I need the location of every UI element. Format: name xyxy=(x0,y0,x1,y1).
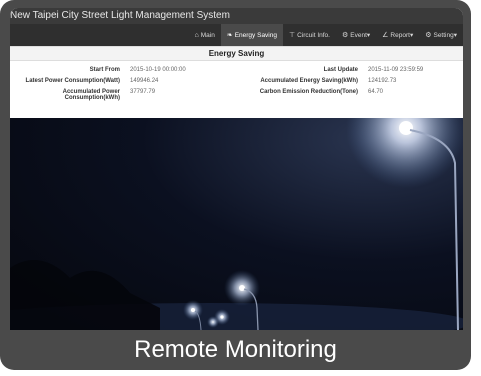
chevron-down-icon: ▾ xyxy=(366,32,371,39)
acc-power-label: Accumulated Power Consumption(kWh) xyxy=(10,89,120,101)
acc-energy-saving-value: 124192.73 xyxy=(368,78,397,84)
cogs-icon: ⚙ xyxy=(341,32,349,39)
chevron-down-icon: ▾ xyxy=(453,32,457,39)
carbon-value: 64.70 xyxy=(368,89,384,95)
street-light-illustration xyxy=(10,118,463,330)
latest-power-value: 149946.24 xyxy=(130,78,159,84)
start-from-value: 2015-10-19 00:00:00 xyxy=(130,67,186,73)
home-icon: ⌂ xyxy=(194,31,199,39)
panel-title: Energy Saving xyxy=(10,46,463,61)
nav-label-event: Event xyxy=(350,31,367,39)
cogs-icon: ⚙ xyxy=(425,32,432,39)
nav-item-setting[interactable]: ⚙ Setting ▾ xyxy=(419,24,463,46)
nav-item-main[interactable]: ⌂ Main xyxy=(189,24,221,46)
navbar: ⌂ Main ❧ Energy Saving ⊤ Circuit Info. ⚙… xyxy=(10,24,463,46)
circuit-icon: ⊤ xyxy=(288,32,296,39)
carbon-label: Carbon Emission Reduction(Tone) xyxy=(259,89,358,95)
nav-item-energy-saving[interactable]: ❧ Energy Saving xyxy=(220,24,283,46)
nav-label-circuit-info: Circuit Info. xyxy=(297,31,330,39)
last-update-value: 2015-11-09 23:59:59 xyxy=(368,67,424,73)
leaf-icon: ❧ xyxy=(226,32,233,39)
acc-power-label-line2: Consumption(kWh) xyxy=(64,95,120,101)
nav-label-setting: Setting xyxy=(433,31,454,39)
last-update-label: Last Update xyxy=(323,67,358,73)
chart-icon: ∠ xyxy=(382,32,389,39)
start-from-label: Start From xyxy=(89,67,120,73)
latest-power-label: Latest Power Consumption(Watt) xyxy=(25,78,120,84)
screenshot-frame: New Taipei City Street Light Management … xyxy=(0,0,471,370)
nav-label-main: Main xyxy=(200,31,215,39)
caption: Remote Monitoring xyxy=(134,336,337,363)
nav-label-energy-saving: Energy Saving xyxy=(234,31,277,39)
chevron-down-icon: ▾ xyxy=(409,32,414,39)
nav-item-report[interactable]: ∠ Report ▾ xyxy=(376,24,419,46)
app-window: New Taipei City Street Light Management … xyxy=(10,8,463,330)
nav-label-report: Report xyxy=(390,31,410,39)
nav-item-event[interactable]: ⚙ Event ▾ xyxy=(336,24,376,46)
acc-power-value: 37797.79 xyxy=(130,89,156,95)
street-light-night-photo xyxy=(10,118,463,330)
acc-energy-saving-label: Accumulated Energy Saving(kWh) xyxy=(260,78,358,84)
energy-info-panel: Start From 2015-10-19 00:00:00 Last Upda… xyxy=(10,61,463,120)
app-title: New Taipei City Street Light Management … xyxy=(10,8,463,24)
nav-item-circuit-info[interactable]: ⊤ Circuit Info. xyxy=(283,24,336,46)
